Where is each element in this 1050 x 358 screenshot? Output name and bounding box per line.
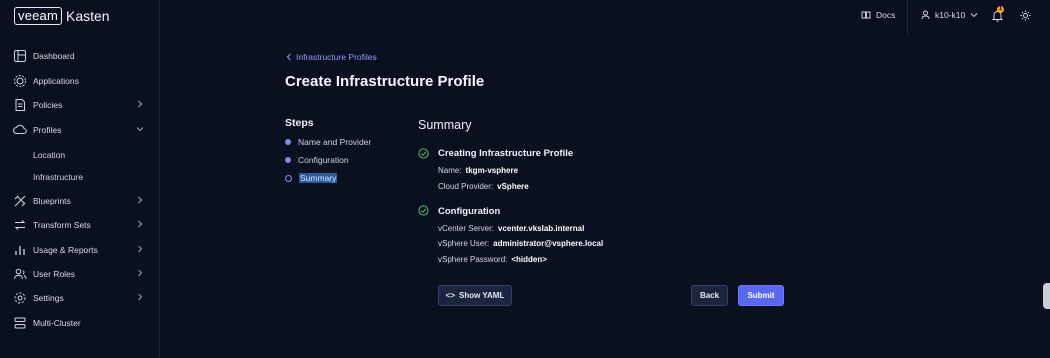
- reports-icon: [15, 246, 25, 255]
- sidebar-item-label: Applications: [33, 76, 79, 86]
- sidebar-item-settings[interactable]: Settings: [0, 287, 159, 309]
- step-name-and-provider[interactable]: Name and Provider: [285, 137, 371, 147]
- name-value: tkgm-vsphere: [465, 166, 519, 175]
- back-button[interactable]: Back: [691, 285, 728, 306]
- docs-label: Docs: [876, 10, 896, 20]
- step-configuration[interactable]: Configuration: [285, 155, 349, 165]
- provider-value: vSphere: [497, 182, 529, 191]
- sidebar-item-label: Settings: [33, 293, 64, 303]
- step-summary[interactable]: Summary: [285, 173, 338, 183]
- summary-user-row: vSphere User: administrator@vsphere.local: [438, 239, 603, 248]
- summary-provider-row: Cloud Provider: vSphere: [438, 182, 529, 191]
- step-dot: [285, 157, 291, 163]
- submit-button[interactable]: Submit: [738, 285, 784, 306]
- sidebar-subitem-location[interactable]: Location: [33, 150, 65, 160]
- kasten-logo-text[interactable]: Kasten: [66, 8, 110, 24]
- step-label: Name and Provider: [298, 137, 372, 147]
- step-label: Summary: [299, 173, 338, 183]
- password-label: vSphere Password:: [438, 255, 508, 264]
- breadcrumb-label: Infrastructure Profiles: [296, 52, 377, 62]
- check-circle-icon: [418, 205, 429, 216]
- summary-server-row: vCenter Server: vcenter.vkslab.internal: [438, 224, 584, 233]
- user-label: vSphere User:: [438, 239, 490, 248]
- chevron-right-icon: [138, 293, 143, 301]
- sidebar-item-label: Policies: [33, 100, 63, 110]
- chevron-left-icon: [286, 53, 291, 61]
- sidebar-item-policies[interactable]: Policies: [0, 94, 159, 116]
- sidebar-divider: [159, 0, 160, 34]
- server-label: vCenter Server:: [438, 224, 495, 233]
- sidebar-item-label: Transform Sets: [33, 220, 91, 230]
- sidebar-item-dashboard[interactable]: Dashboard: [0, 45, 159, 67]
- user-menu[interactable]: k10-k10: [921, 10, 978, 20]
- check-circle-icon: [418, 148, 429, 159]
- transform-icon: [14, 220, 26, 230]
- multi-cluster-icon: [14, 317, 26, 329]
- chevron-right-icon: [138, 196, 143, 204]
- dashboard-icon: [14, 50, 26, 62]
- section-title-profile: Creating Infrastructure Profile: [438, 148, 574, 159]
- password-value: <hidden>: [511, 255, 547, 264]
- sidebar: Dashboard Applications Policies Profiles…: [0, 34, 160, 358]
- side-panel-handle[interactable]: [1043, 283, 1050, 309]
- server-value: vcenter.vkslab.internal: [498, 224, 585, 233]
- veeam-logo[interactable]: veeam: [14, 7, 63, 25]
- show-yaml-label: Show YAML: [459, 291, 505, 300]
- sidebar-item-label: Dashboard: [33, 51, 75, 61]
- chevron-right-icon: [138, 220, 143, 228]
- breadcrumb[interactable]: Infrastructure Profiles: [286, 52, 377, 62]
- sidebar-item-user-roles[interactable]: User Roles: [0, 263, 159, 285]
- sun-icon: [1020, 10, 1031, 21]
- user-label: k10-k10: [935, 10, 966, 20]
- chevron-right-icon: [138, 245, 143, 253]
- section-title-configuration: Configuration: [438, 206, 501, 217]
- applications-icon: [14, 75, 26, 87]
- sidebar-item-label: Blueprints: [33, 196, 71, 206]
- summary-heading: Summary: [418, 118, 472, 132]
- summary-name-row: Name: tkgm-vsphere: [438, 166, 518, 175]
- sidebar-item-multi-cluster[interactable]: Multi-Cluster: [0, 312, 159, 334]
- sidebar-subitem-infrastructure[interactable]: Infrastructure: [33, 172, 83, 182]
- profiles-icon: [13, 124, 27, 134]
- sidebar-item-usage-reports[interactable]: Usage & Reports: [0, 239, 159, 261]
- sidebar-item-transform-sets[interactable]: Transform Sets: [0, 214, 159, 236]
- book-icon: [861, 11, 871, 19]
- code-icon: <>: [445, 291, 455, 300]
- user-value: administrator@vsphere.local: [493, 239, 604, 248]
- docs-link[interactable]: Docs: [861, 10, 895, 20]
- sidebar-item-profiles[interactable]: Profiles: [0, 119, 159, 141]
- sidebar-item-label: Profiles: [33, 125, 62, 135]
- blueprints-icon: [14, 195, 26, 207]
- policies-icon: [15, 99, 25, 111]
- summary-password-row: vSphere Password: <hidden>: [438, 255, 547, 264]
- steps-heading: Steps: [285, 117, 314, 129]
- notification-badge: 1: [997, 6, 1004, 13]
- sidebar-item-label: Multi-Cluster: [33, 318, 81, 328]
- name-label: Name:: [438, 166, 462, 175]
- chevron-down-icon: [970, 13, 978, 18]
- chevron-right-icon: [138, 269, 143, 277]
- user-icon: [921, 10, 930, 20]
- chevron-down-icon: [136, 127, 144, 132]
- sidebar-item-label: User Roles: [33, 269, 76, 279]
- step-label: Configuration: [298, 155, 349, 165]
- show-yaml-button[interactable]: <> Show YAML: [438, 285, 512, 306]
- sidebar-item-applications[interactable]: Applications: [0, 70, 159, 92]
- step-dot: [285, 139, 291, 145]
- sidebar-item-blueprints[interactable]: Blueprints: [0, 190, 159, 212]
- theme-toggle[interactable]: [1020, 10, 1031, 21]
- gear-icon: [14, 292, 26, 304]
- sidebar-item-label: Usage & Reports: [33, 245, 98, 255]
- chevron-right-icon: [138, 100, 143, 108]
- page-title: Create Infrastructure Profile: [285, 73, 485, 90]
- topbar-divider: [907, 0, 908, 34]
- top-bar: veeam Kasten Docs k10-k10 1: [0, 0, 1050, 34]
- step-dot-current: [285, 174, 292, 182]
- user-roles-icon: [14, 268, 27, 280]
- provider-label: Cloud Provider:: [438, 182, 494, 191]
